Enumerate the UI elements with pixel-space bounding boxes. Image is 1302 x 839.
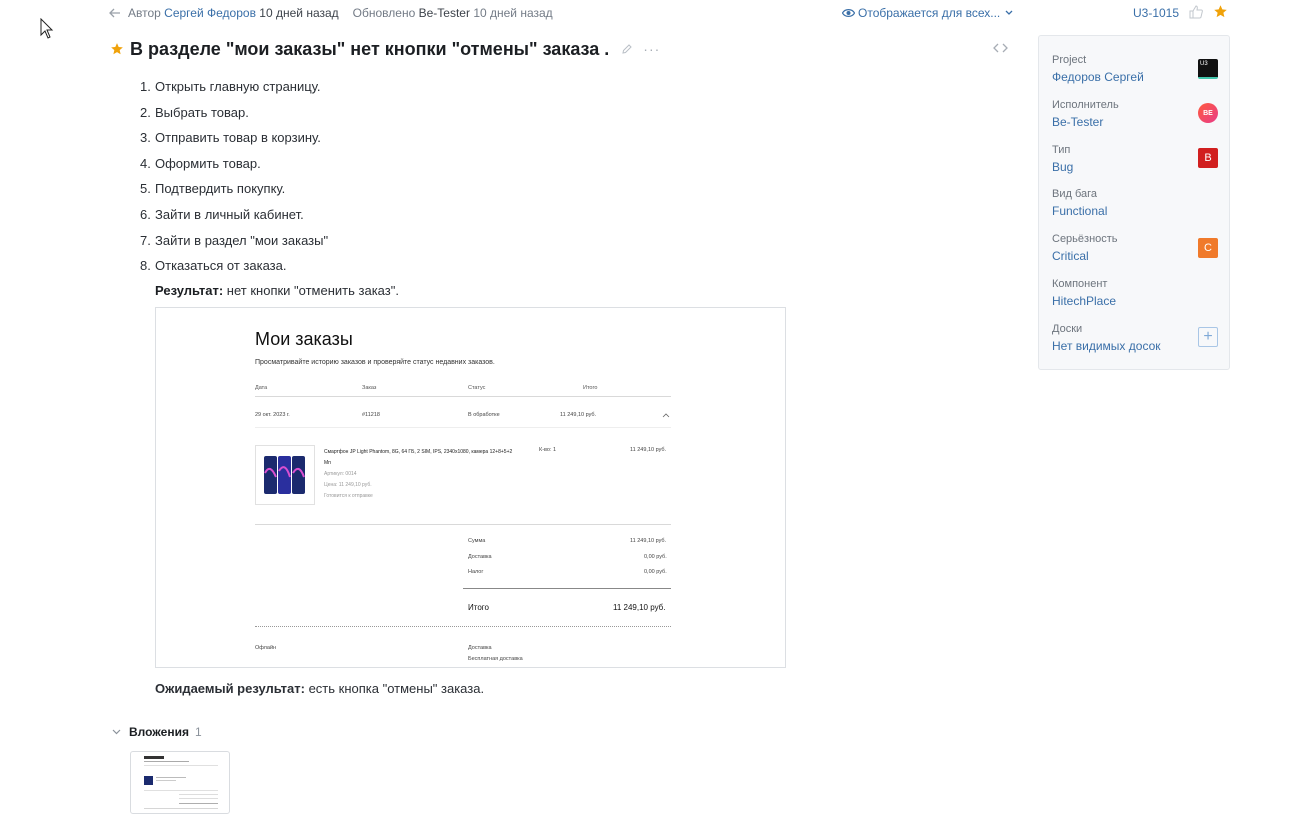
back-arrow-icon[interactable] [108,6,122,20]
summary-value: 11 249,10 руб. [630,538,667,544]
expected-result-text: Ожидаемый результат: есть кнопка "отмены… [155,681,485,696]
field-assignee: Исполнитель Be-Tester [1052,98,1222,130]
field-component: Компонент HitechPlace [1052,277,1222,309]
payment-method: Офлайн [255,645,277,651]
updated-time: 10 дней назад [473,6,553,20]
column-header: Статус [468,385,486,391]
product-details: Смартфон JP Light Phantom, 8G, 64 ГБ, 2 … [324,449,513,499]
favorite-star-icon[interactable] [1213,4,1228,19]
author-time: 10 дней назад [259,6,339,20]
column-header: Заказ [362,385,377,391]
issue-title-row: В разделе "мои заказы" нет кнопки "отмен… [110,37,660,61]
list-item: 5. Подтвердить покупку. [140,181,286,197]
updated-by[interactable]: Be-Tester [419,6,470,20]
issue-meta: Автор Сергей Федоров 10 дней назад Обнов… [108,4,553,22]
component-link[interactable]: HitechPlace [1052,294,1222,309]
steps-list: 1. Открыть главную страницу. 2. Выбрать то… [140,78,328,283]
grand-total-label: Итого [468,603,489,612]
summary-label: Сумма [468,538,486,544]
field-type: Тип Bug [1052,143,1222,175]
issue-id-link[interactable]: U3-1015 [1133,4,1179,22]
chevron-up-icon [662,413,670,418]
field-boards: Доски Нет видимых досок [1052,322,1222,354]
edit-pencil-icon[interactable] [621,43,633,55]
screenshot-subtitle: Просматривайте историю заказов и проверя… [255,359,495,366]
boards-link[interactable]: Нет видимых досок [1052,339,1222,354]
visibility-dropdown[interactable]: Отображается для всех... [842,4,1017,22]
order-number: #11218 [362,412,380,418]
project-avatar: U3 [1198,59,1218,79]
list-item: 4. Оформить товар. [140,155,261,171]
type-link[interactable]: Bug [1052,160,1222,175]
product-sum: 11 249,10 руб. [630,447,667,453]
project-link[interactable]: Федоров Сергей [1052,70,1222,85]
result-text: Результат: нет кнопки "отменить заказ". [155,283,399,298]
bug-type-icon: B [1198,148,1218,168]
order-status: В обработке [468,412,500,418]
assignee-link[interactable]: Be-Tester [1052,115,1222,130]
field-project: Project Федоров Сергей [1052,53,1222,85]
severity-link[interactable]: Critical [1052,249,1222,264]
order-total: 11 249,10 руб. [560,412,597,418]
more-options-icon[interactable]: ··· [643,41,660,57]
attachments-count: 1 [194,725,202,739]
summary-label: Доставка [468,554,492,560]
author-prefix: Автор [128,6,161,20]
issue-properties-panel: Project Федоров Сергей U3 Исполнитель Be… [1038,35,1230,370]
order-date: 29 окт. 2023 г. [255,412,290,418]
list-item: 8. Отказаться от заказа. [140,258,287,274]
star-icon[interactable] [110,42,124,56]
thumbs-up-icon[interactable] [1189,5,1203,19]
attachments-label: Вложения [129,725,189,739]
summary-label: Налог [468,569,484,575]
screenshot-heading: Мои заказы [255,329,353,349]
mouse-cursor-icon [40,18,54,39]
add-board-button[interactable]: + [1198,327,1218,347]
code-icon[interactable] [993,42,1008,54]
column-header: Дата [255,385,268,391]
visibility-label: Отображается для всех... [858,6,1001,20]
column-header: Итого [583,385,598,391]
embedded-screenshot[interactable]: Мои заказы Просматривайте историю заказо… [155,307,786,668]
issue-title[interactable]: В разделе "мои заказы" нет кнопки "отмен… [130,39,609,60]
attachment-thumbnail[interactable] [130,751,230,814]
chevron-down-icon [112,729,121,735]
list-item: 2. Выбрать товар. [140,104,249,120]
bug-kind-link[interactable]: Functional [1052,204,1222,219]
summary-value: 0,00 руб. [644,554,667,560]
field-bug-kind: Вид бага Functional [1052,187,1222,219]
summary-value: 0,00 руб. [644,569,667,575]
updated-prefix: Обновлено [352,6,416,20]
list-item: 1. Открыть главную страницу. [140,79,321,94]
list-item: 7. Зайти в раздел "мои заказы" [140,232,329,248]
delivery-value: Бесплатная доставка [468,656,523,662]
product-image [255,445,315,505]
eye-icon [842,9,855,17]
list-item: 6. Зайти в личный кабинет. [140,206,304,222]
list-item: 3. Отправить товар в корзину. [140,130,321,146]
attachments-header[interactable]: Вложения 1 [112,724,202,740]
product-qty: К-во: 1 [539,447,557,453]
grand-total-value: 11 249,10 руб. [613,603,666,612]
field-severity: Серьёзность Critical [1052,232,1222,264]
chevron-down-icon [1005,10,1013,15]
author-link[interactable]: Сергей Федоров [164,6,256,20]
assignee-avatar: BE [1198,103,1218,123]
severity-icon: C [1198,238,1218,258]
delivery-label: Доставка [468,645,492,651]
